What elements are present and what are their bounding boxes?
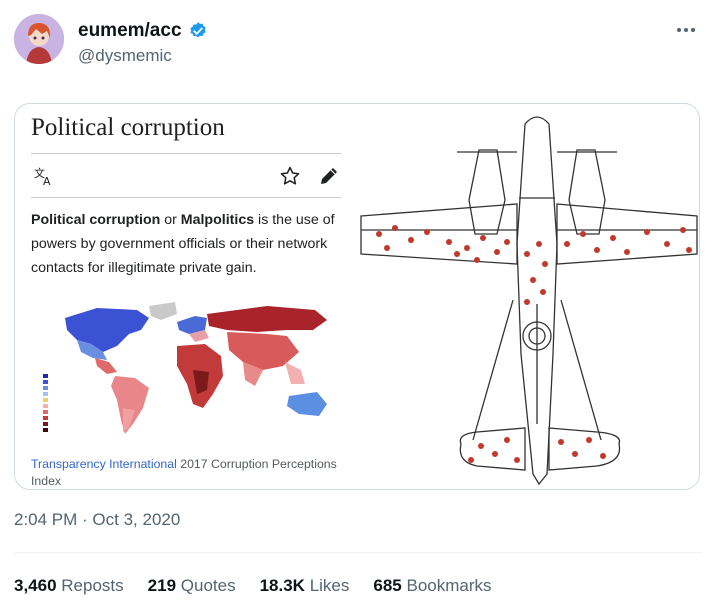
bookmarks-label: Bookmarks <box>406 576 492 595</box>
likes-stat[interactable]: 18.3K Likes <box>260 576 350 596</box>
term-political-corruption: Political corruption <box>31 212 161 228</box>
verified-badge-icon <box>189 22 206 38</box>
svg-text:A: A <box>43 175 51 187</box>
post-timestamp[interactable]: 2:04 PM · Oct 3, 2020 <box>14 510 180 530</box>
reposts-count: 3,460 <box>14 576 57 595</box>
connector-text: or <box>160 212 181 228</box>
author-name-row[interactable]: eumem/acc <box>78 20 208 42</box>
map-caption: Transparency International 2017 Corrupti… <box>31 456 347 489</box>
map-legend <box>43 374 48 432</box>
caption-link[interactable]: Transparency International <box>31 457 177 471</box>
term-malpolitics: Malpolitics <box>180 212 255 228</box>
quotes-label: Quotes <box>180 576 236 595</box>
divider <box>31 153 341 154</box>
translate-icon: 文 A <box>34 166 51 187</box>
display-name[interactable]: eumem/acc <box>78 20 182 42</box>
star-icon <box>280 166 300 185</box>
divider <box>14 552 702 553</box>
bomber-damage-diagram <box>357 104 699 489</box>
avatar[interactable] <box>14 14 64 64</box>
media-card[interactable]: Political corruption 文 A Political corru… <box>14 103 700 490</box>
reposts-stat[interactable]: 3,460 Reposts <box>14 576 124 596</box>
likes-label: Likes <box>309 576 350 595</box>
engagement-stats: 3,460 Reposts 219 Quotes 18.3K Likes 685… <box>14 576 492 596</box>
pencil-icon <box>321 168 337 184</box>
bookmarks-stat[interactable]: 685 Bookmarks <box>373 576 491 596</box>
wiki-screenshot: Political corruption 文 A Political corru… <box>15 104 357 489</box>
wiki-definition: Political corruption or Malpolitics is t… <box>31 208 341 280</box>
divider <box>31 197 341 198</box>
bookmarks-count: 685 <box>373 576 402 595</box>
corruption-world-map <box>43 302 327 434</box>
handle[interactable]: @dysmemic <box>78 46 172 66</box>
likes-count: 18.3K <box>259 576 305 595</box>
quotes-stat[interactable]: 219 Quotes <box>148 576 236 596</box>
wiki-title: Political corruption <box>31 114 225 141</box>
reposts-label: Reposts <box>61 576 124 595</box>
more-horizontal-icon[interactable] <box>674 18 698 42</box>
quotes-count: 219 <box>147 576 177 595</box>
